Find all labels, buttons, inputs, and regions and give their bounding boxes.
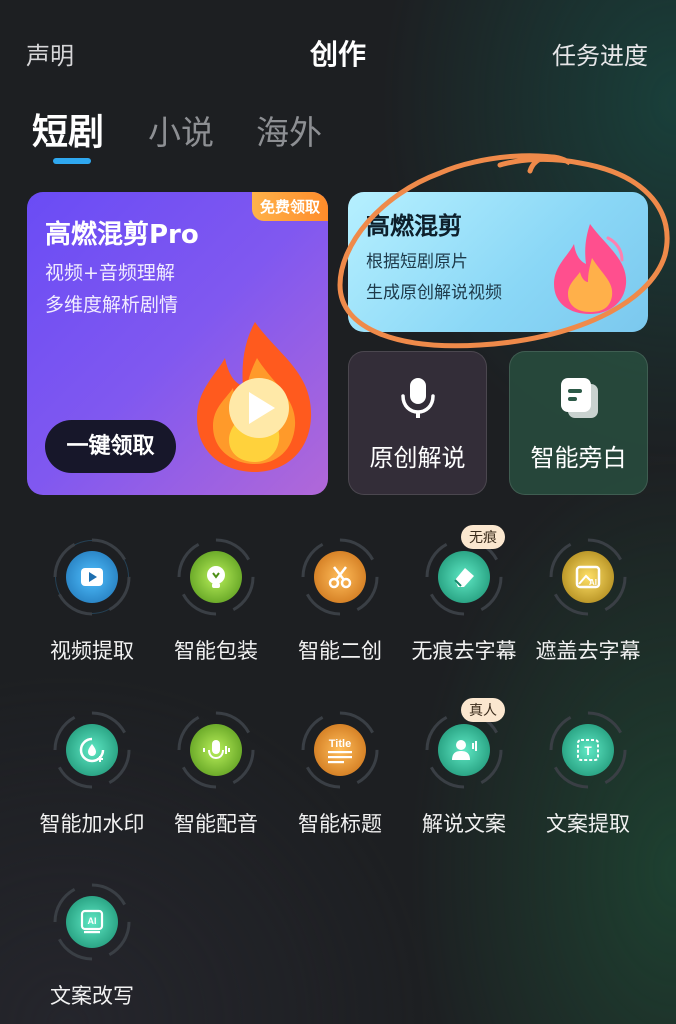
microphone-icon [400, 378, 435, 418]
tool-smart-packaging[interactable]: 智能包装 [151, 537, 281, 687]
eraser-icon [454, 568, 474, 587]
smart-narration-label: 智能旁白 [530, 444, 627, 472]
lightbulb-icon [207, 566, 225, 588]
tool-label: 文案改写 [50, 984, 134, 1008]
tool-label: 文案提取 [546, 812, 630, 836]
promo-card-pro[interactable]: 免费领取 高燃混剪Pro 视频+音频理解 多维度解析剧情 一键领取 [27, 192, 328, 495]
tool-smart-remix[interactable]: 智能二创 [275, 537, 405, 687]
tool-smart-title[interactable]: Title 智能标题 [275, 710, 405, 860]
free-claim-badge: 免费领取 [251, 192, 328, 221]
promo-card-mix[interactable]: 高燃混剪 根据短剧原片 生成原创解说视频 [348, 192, 648, 332]
tool-text-rewrite[interactable]: AI 文案改写 [27, 882, 157, 1024]
flame-play-icon [197, 322, 312, 472]
text-extract-icon: T [577, 739, 599, 761]
scissors-icon [328, 566, 352, 589]
tab-short-drama[interactable]: 短剧 [32, 103, 104, 155]
tool-traceless-subtitle-removal[interactable]: 无痕 无痕去字幕 [399, 525, 529, 687]
svg-text:T: T [584, 744, 592, 758]
tool-text-extract[interactable]: T 文案提取 [523, 710, 653, 860]
tab-overseas[interactable]: 海外 [256, 106, 322, 154]
tool-smart-watermark[interactable]: 智能加水印 [27, 710, 157, 860]
title-icon: Title [328, 738, 352, 764]
document-icon [560, 378, 598, 418]
real-person-tag: 真人 [461, 698, 505, 722]
person-voice-icon [452, 740, 477, 760]
promo-mix-desc-1: 根据短剧原片 [366, 252, 468, 272]
one-click-claim-button[interactable]: 一键领取 [45, 420, 176, 473]
tool-video-extract[interactable]: 视频提取 [27, 537, 157, 687]
original-commentary-label: 原创解说 [369, 444, 466, 472]
voice-icon [203, 740, 230, 760]
task-progress-link[interactable]: 任务进度 [552, 36, 648, 71]
tool-label: 遮盖去字幕 [535, 639, 641, 663]
tool-mask-subtitle-removal[interactable]: AI 遮盖去字幕 [523, 537, 653, 687]
flame-icon [554, 224, 627, 314]
video-icon [81, 568, 103, 586]
active-tab-indicator [53, 158, 91, 164]
promo-pro-desc-1: 视频+音频理解 [45, 262, 175, 284]
tool-smart-dubbing[interactable]: 智能配音 [151, 710, 281, 860]
tool-commentary-script[interactable]: 真人 解说文案 [399, 698, 529, 860]
svg-text:Title: Title [329, 738, 351, 750]
svg-text:AI: AI [589, 578, 597, 587]
tab-novel[interactable]: 小说 [148, 106, 214, 154]
svg-text:AI: AI [88, 916, 97, 926]
original-commentary-card[interactable]: 原创解说 [348, 351, 487, 495]
promo-mix-title: 高燃混剪 [366, 212, 462, 240]
ai-rewrite-icon: AI [80, 909, 104, 934]
promo-pro-title: 高燃混剪Pro [45, 220, 199, 250]
watermark-icon [79, 737, 105, 763]
promo-pro-desc-2: 多维度解析剧情 [45, 294, 179, 316]
ai-image-icon: AI [575, 565, 601, 589]
promo-mix-desc-2: 生成原创解说视频 [366, 283, 502, 303]
traceless-tag: 无痕 [461, 525, 505, 549]
smart-narration-card[interactable]: 智能旁白 [509, 351, 648, 495]
